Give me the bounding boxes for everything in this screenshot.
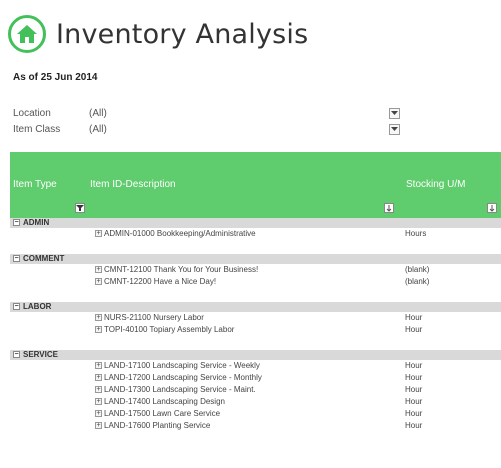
item-id-sort-icon[interactable] [384, 203, 394, 213]
group-row-labor[interactable]: − LABOR [10, 302, 501, 312]
item-description: NURS-21100 Nursery Labor [104, 313, 204, 322]
expand-icon[interactable]: + [95, 266, 102, 273]
page-title: Inventory Analysis [56, 18, 309, 50]
location-filter: Location (All) [13, 107, 403, 123]
item-stocking-um: Hours [405, 229, 427, 238]
collapse-icon[interactable]: − [13, 219, 20, 226]
item-class-filter: Item Class (All) [13, 123, 403, 139]
expand-icon[interactable]: + [95, 314, 102, 321]
location-filter-value[interactable]: (All) [89, 108, 107, 119]
table-row[interactable]: + LAND-17600 Planting Service Hour [10, 420, 501, 432]
item-class-filter-value[interactable]: (All) [89, 124, 107, 135]
item-type-filter-icon[interactable] [75, 203, 85, 213]
collapse-icon[interactable]: − [13, 351, 20, 358]
item-stocking-um: (blank) [405, 265, 430, 274]
item-stocking-um: Hour [405, 385, 423, 394]
group-label: SERVICE [23, 350, 58, 359]
table-row[interactable]: + TOPI-40100 Topiary Assembly Labor Hour [10, 324, 501, 336]
location-dropdown-button[interactable] [389, 108, 400, 119]
stocking-sort-icon[interactable] [487, 203, 497, 213]
item-description: LAND-17400 Landscaping Design [104, 397, 225, 406]
home-icon-glyph [17, 25, 37, 43]
collapse-icon[interactable]: − [13, 255, 20, 262]
item-stocking-um: Hour [405, 421, 423, 430]
table-row[interactable]: + CMNT-12200 Have a Nice Day! (blank) [10, 276, 501, 288]
item-class-dropdown-button[interactable] [389, 124, 400, 135]
column-header-stocking-um[interactable]: Stocking U/M [406, 179, 465, 190]
item-description: LAND-17300 Landscaping Service - Maint. [104, 385, 256, 394]
group-row-admin[interactable]: − ADMIN [10, 218, 501, 228]
chevron-down-icon [391, 127, 398, 131]
item-description: LAND-17200 Landscaping Service - Monthly [104, 373, 262, 382]
table-row[interactable]: + CMNT-12100 Thank You for Your Business… [10, 264, 501, 276]
column-header-item-id[interactable]: Item ID-Description [90, 179, 176, 190]
item-stocking-um: Hour [405, 397, 423, 406]
sort-icon [386, 205, 392, 212]
item-stocking-um: Hour [405, 361, 423, 370]
expand-icon[interactable]: + [95, 386, 102, 393]
group-label: COMMENT [23, 254, 65, 263]
table-row[interactable]: + ADMIN-01000 Bookkeeping/Administrative… [10, 228, 501, 240]
item-stocking-um: Hour [405, 325, 423, 334]
table-body: − ADMIN + ADMIN-01000 Bookkeeping/Admini… [10, 218, 501, 432]
item-description: CMNT-12200 Have a Nice Day! [104, 277, 217, 286]
item-class-filter-label: Item Class [13, 124, 61, 135]
table-header: Item Type Item ID-Description Stocking U… [10, 152, 501, 218]
item-description: TOPI-40100 Topiary Assembly Labor [104, 325, 235, 334]
item-stocking-um: Hour [405, 373, 423, 382]
table-row[interactable]: + NURS-21100 Nursery Labor Hour [10, 312, 501, 324]
table-row[interactable]: + LAND-17200 Landscaping Service - Month… [10, 372, 501, 384]
filter-icon [76, 205, 84, 211]
report-header: Inventory Analysis [8, 15, 308, 53]
group-row-comment[interactable]: − COMMENT [10, 254, 501, 264]
expand-icon[interactable]: + [95, 278, 102, 285]
expand-icon[interactable]: + [95, 326, 102, 333]
item-description: LAND-17500 Lawn Care Service [104, 409, 221, 418]
item-stocking-um: Hour [405, 313, 423, 322]
expand-icon[interactable]: + [95, 374, 102, 381]
table-row[interactable]: + LAND-17300 Landscaping Service - Maint… [10, 384, 501, 396]
expand-icon[interactable]: + [95, 362, 102, 369]
group-row-service[interactable]: − SERVICE [10, 350, 501, 360]
chevron-down-icon [391, 111, 398, 115]
item-description: LAND-17600 Planting Service [104, 421, 211, 430]
item-description: ADMIN-01000 Bookkeeping/Administrative [104, 229, 256, 238]
expand-icon[interactable]: + [95, 422, 102, 429]
home-icon[interactable] [8, 15, 46, 53]
inventory-analysis-report: Inventory Analysis As of 25 Jun 2014 Loc… [0, 0, 501, 468]
group-label: ADMIN [23, 218, 50, 227]
column-header-item-type[interactable]: Item Type [13, 179, 57, 190]
filter-panel: Location (All) Item Class (All) [13, 107, 403, 139]
expand-icon[interactable]: + [95, 230, 102, 237]
item-description: CMNT-12100 Thank You for Your Business! [104, 265, 259, 274]
item-stocking-um: (blank) [405, 277, 430, 286]
table-row[interactable]: + LAND-17100 Landscaping Service - Weekl… [10, 360, 501, 372]
table-row[interactable]: + LAND-17500 Lawn Care Service Hour [10, 408, 501, 420]
item-stocking-um: Hour [405, 409, 423, 418]
location-filter-label: Location [13, 108, 51, 119]
table-row[interactable]: + LAND-17400 Landscaping Design Hour [10, 396, 501, 408]
expand-icon[interactable]: + [95, 410, 102, 417]
as-of-date: As of 25 Jun 2014 [13, 72, 98, 83]
sort-icon [489, 205, 495, 212]
collapse-icon[interactable]: − [13, 303, 20, 310]
expand-icon[interactable]: + [95, 398, 102, 405]
item-description: LAND-17100 Landscaping Service - Weekly [104, 361, 260, 370]
group-label: LABOR [23, 302, 52, 311]
